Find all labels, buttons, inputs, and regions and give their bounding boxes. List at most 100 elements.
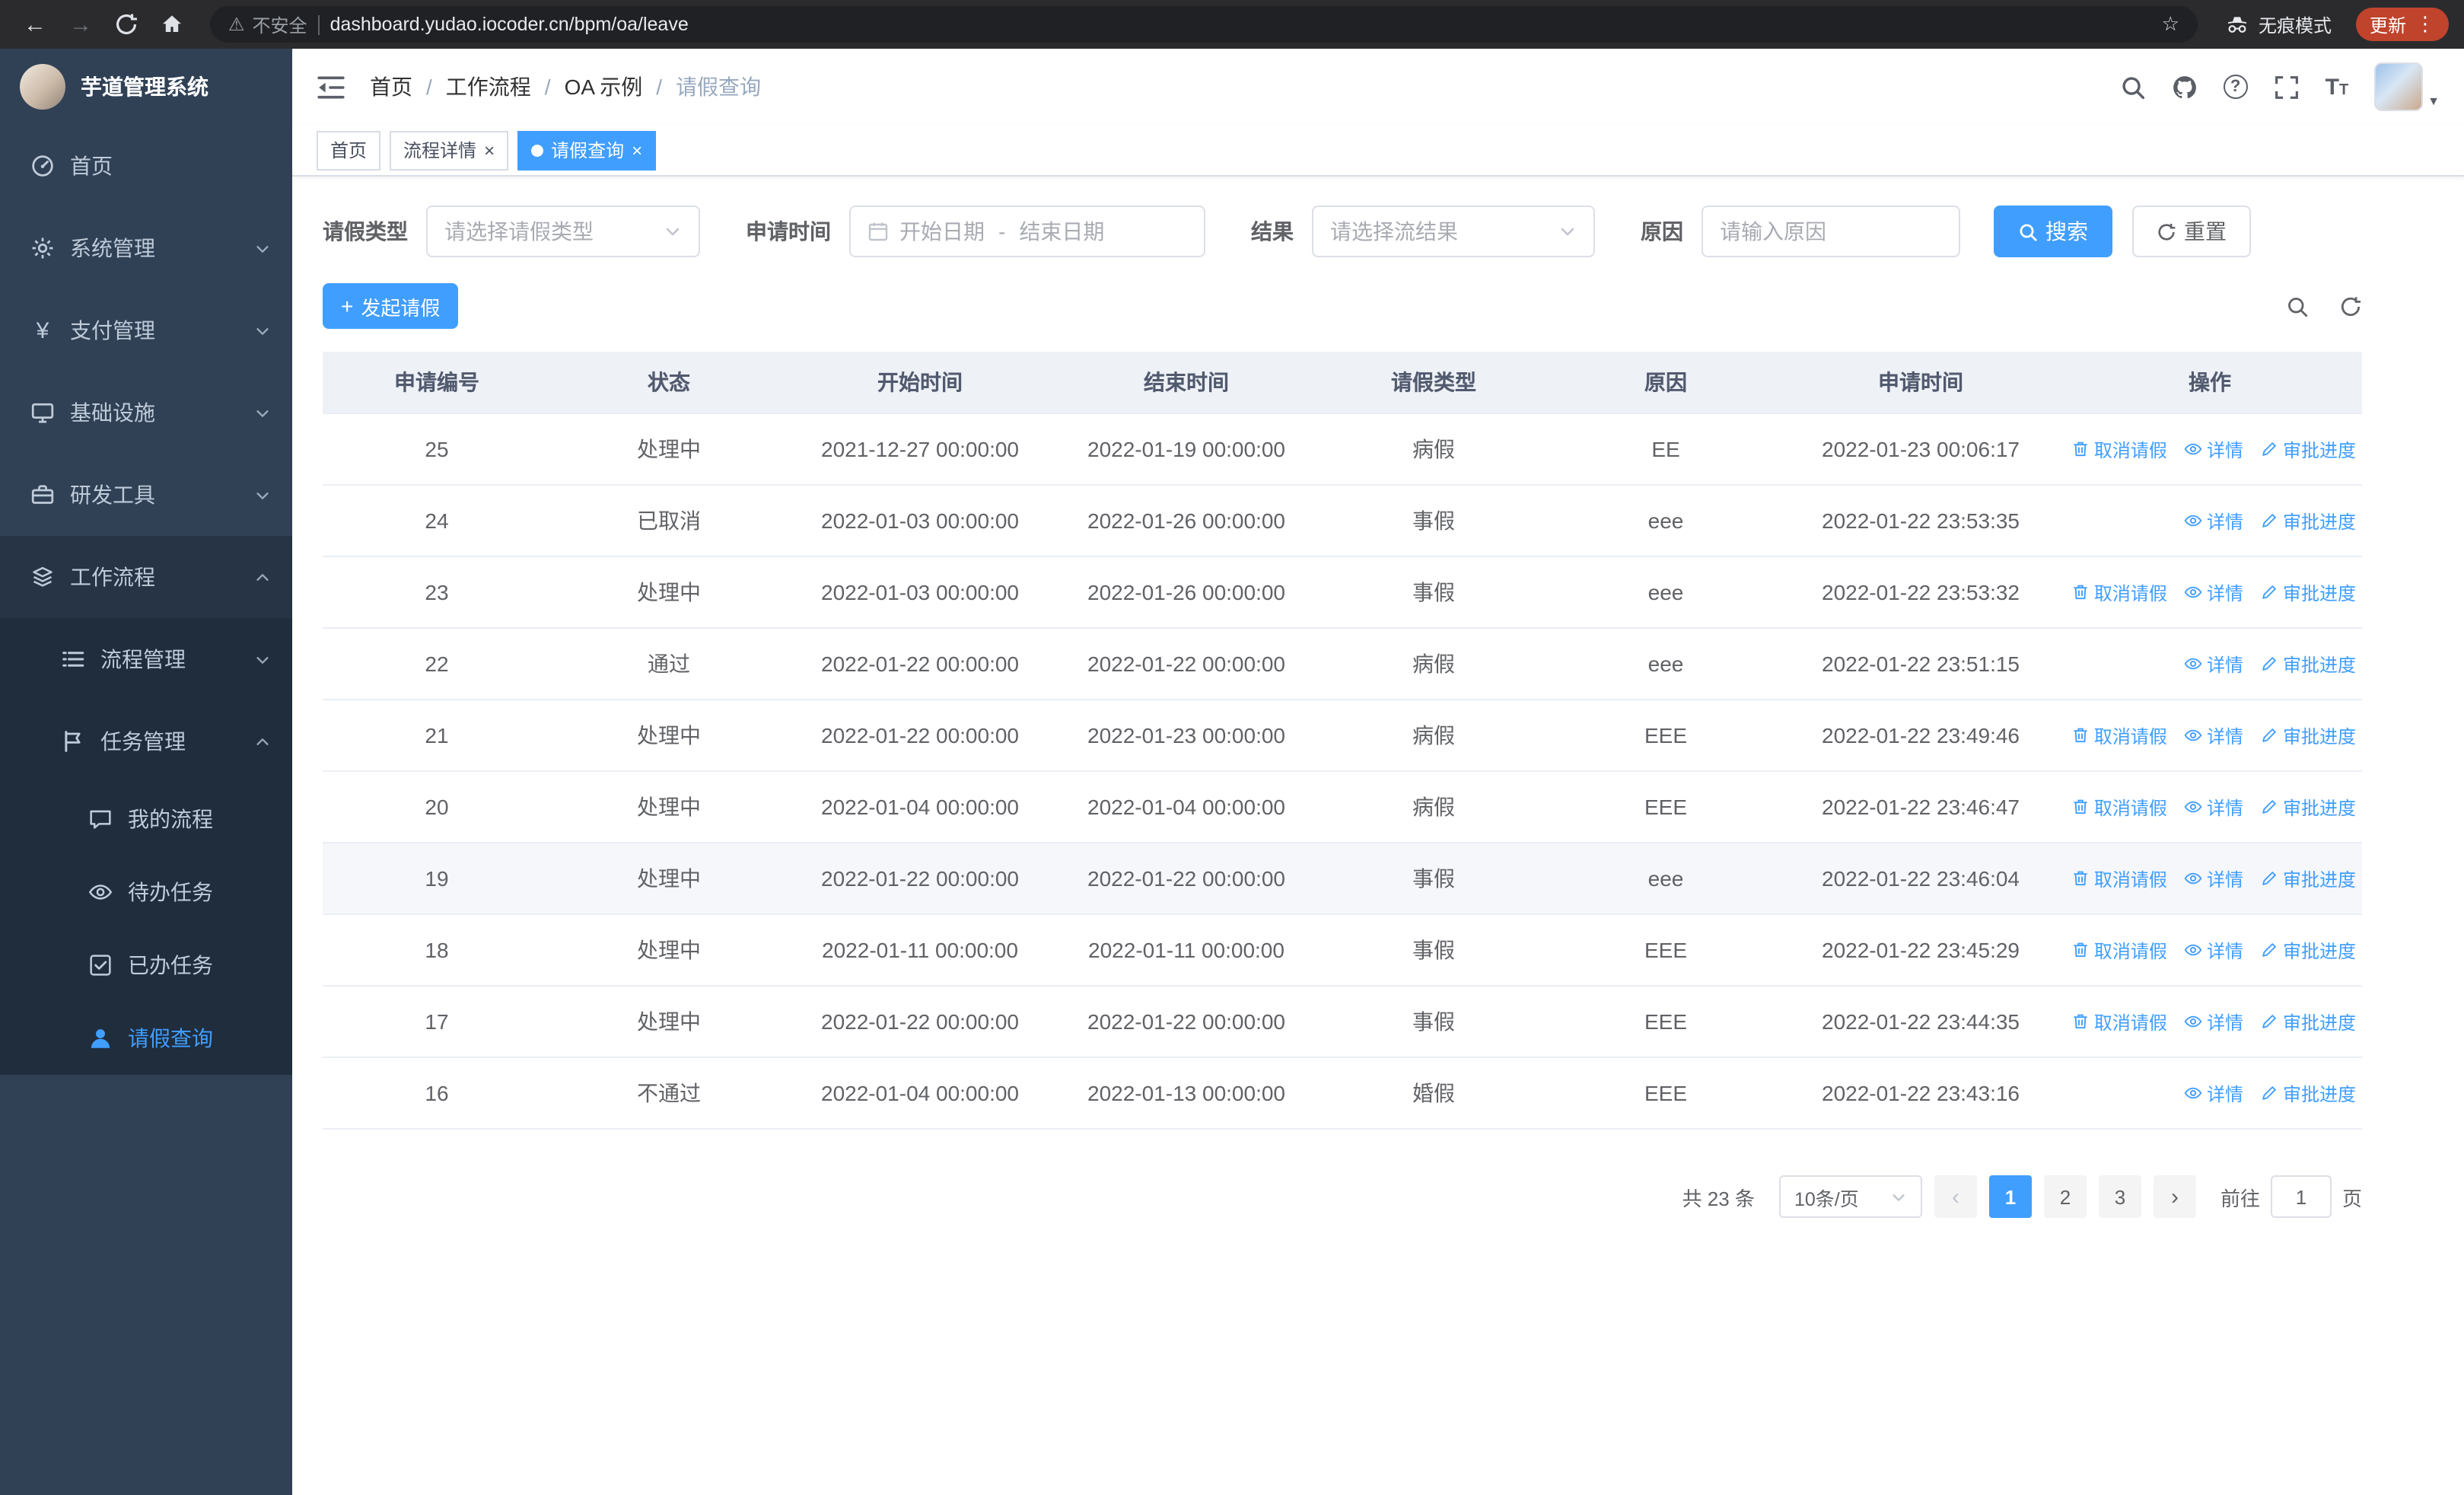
page-size-select[interactable]: 10条/页 [1778, 1175, 1922, 1218]
close-icon[interactable]: × [484, 141, 495, 159]
incognito-badge: 无痕模式 [2216, 11, 2341, 37]
cell-apply-time: 2022-01-22 23:46:04 [1822, 866, 2020, 891]
eye-icon [2184, 1012, 2202, 1031]
security-warning[interactable]: ⚠ 不安全 [228, 11, 307, 37]
cancel-leave-link[interactable]: 取消请假 [2071, 1009, 2167, 1034]
trash-icon [2071, 726, 2090, 744]
approval-progress-link[interactable]: 审批进度 [2260, 794, 2356, 820]
font-size-icon[interactable]: TT [2326, 75, 2349, 98]
search-toggle-icon[interactable] [2286, 295, 2309, 317]
cell-status: 处理中 [637, 866, 701, 891]
sidebar-collapse-button[interactable] [317, 74, 345, 100]
cell-reason: EEE [1644, 1081, 1687, 1105]
help-icon[interactable]: ? [2223, 75, 2248, 99]
bookmark-star-icon[interactable]: ☆ [2162, 12, 2179, 37]
detail-link[interactable]: 详情 [2184, 651, 2243, 677]
detail-link[interactable]: 详情 [2184, 865, 2243, 891]
date-range-picker[interactable]: 开始日期 - 结束日期 [849, 206, 1205, 257]
github-icon[interactable] [2172, 74, 2198, 100]
detail-link[interactable]: 详情 [2184, 1080, 2243, 1106]
result-select[interactable]: 请选择流结果 [1312, 206, 1595, 257]
chevron-down-icon [254, 486, 271, 503]
prev-page-button[interactable]: ‹ [1934, 1175, 1977, 1218]
approval-progress-link[interactable]: 审批进度 [2260, 865, 2356, 891]
sidebar-item-infrastructure[interactable]: 基础设施 [0, 371, 292, 454]
sidebar-item-process-management[interactable]: 流程管理 [0, 618, 292, 700]
sidebar-item-task-management[interactable]: 任务管理 [0, 700, 292, 783]
browser-forward-button[interactable]: → [61, 5, 100, 44]
reset-button[interactable]: 重置 [2132, 206, 2251, 257]
browser-back-button[interactable]: ← [15, 5, 55, 44]
sidebar-item-system-management[interactable]: 系统管理 [0, 207, 292, 289]
detail-link[interactable]: 详情 [2184, 937, 2243, 963]
refresh-table-icon[interactable] [2339, 295, 2362, 317]
sidebar-item-dev-tools[interactable]: 研发工具 [0, 454, 292, 536]
tab-process-detail[interactable]: 流程详情 × [390, 130, 509, 170]
approval-progress-link[interactable]: 审批进度 [2260, 1080, 2356, 1106]
browser-update-button[interactable]: 更新 ⋮ [2355, 8, 2449, 41]
detail-link[interactable]: 详情 [2184, 794, 2243, 820]
approval-progress-link[interactable]: 审批进度 [2260, 651, 2356, 677]
cancel-leave-link[interactable]: 取消请假 [2071, 794, 2167, 820]
approval-progress-link[interactable]: 审批进度 [2260, 508, 2356, 534]
breadcrumb-item[interactable]: OA 示例 [565, 72, 643, 102]
next-page-button[interactable]: › [2153, 1175, 2196, 1218]
user-menu[interactable]: ▼ [2374, 62, 2440, 111]
tab-leave-query[interactable]: 请假查询 × [517, 130, 657, 170]
pen-icon [2260, 1012, 2278, 1031]
approval-progress-link[interactable]: 审批进度 [2260, 436, 2356, 462]
page-button-1[interactable]: 1 [1988, 1175, 2032, 1218]
cancel-leave-link[interactable]: 取消请假 [2071, 436, 2167, 462]
table-row: 23 处理中 2022-01-03 00:00:00 2022-01-26 00… [323, 557, 2362, 629]
page-goto-input[interactable] [2270, 1175, 2332, 1218]
search-icon[interactable] [2120, 74, 2146, 100]
detail-link[interactable]: 详情 [2184, 508, 2243, 534]
sidebar-item-home[interactable]: 首页 [0, 125, 292, 207]
page-button-2[interactable]: 2 [2043, 1175, 2087, 1218]
cell-leave-type: 事假 [1412, 1009, 1455, 1034]
home-icon [160, 12, 184, 37]
approval-progress-link[interactable]: 审批进度 [2260, 937, 2356, 963]
breadcrumb-item[interactable]: 工作流程 [446, 72, 531, 102]
cancel-leave-link[interactable]: 取消请假 [2071, 722, 2167, 748]
detail-link[interactable]: 详情 [2184, 722, 2243, 748]
search-button[interactable]: 搜索 [1994, 206, 2112, 257]
browser-reload-button[interactable] [107, 5, 146, 44]
approval-progress-label: 审批进度 [2282, 439, 2356, 461]
detail-link[interactable]: 详情 [2184, 579, 2243, 605]
detail-link[interactable]: 详情 [2184, 1009, 2243, 1034]
reason-input[interactable] [1702, 206, 1960, 257]
cell-apply-time: 2022-01-22 23:44:35 [1822, 1009, 2020, 1034]
breadcrumb-item[interactable]: 首页 [370, 72, 412, 102]
cancel-leave-link[interactable]: 取消请假 [2071, 865, 2167, 891]
fullscreen-icon[interactable] [2274, 74, 2300, 100]
app-logo[interactable]: 芋道管理系统 [0, 49, 292, 125]
address-bar[interactable]: ⚠ 不安全 dashboard.yudao.iocoder.cn/bpm/oa/… [210, 6, 2198, 43]
create-leave-button[interactable]: + 发起请假 [323, 283, 459, 329]
close-icon[interactable]: × [632, 141, 642, 159]
cancel-leave-link[interactable]: 取消请假 [2071, 579, 2167, 605]
sidebar-item-label: 我的流程 [128, 807, 213, 831]
cancel-leave-link[interactable]: 取消请假 [2071, 937, 2167, 963]
sidebar-item-done-tasks[interactable]: 已办任务 [0, 929, 292, 1002]
approval-progress-link[interactable]: 审批进度 [2260, 722, 2356, 748]
browser-home-button[interactable] [152, 5, 192, 44]
tab-home[interactable]: 首页 [317, 130, 381, 170]
detail-link[interactable]: 详情 [2184, 436, 2243, 462]
approval-progress-link[interactable]: 审批进度 [2260, 579, 2356, 605]
cell-apply-id: 22 [425, 652, 449, 676]
cell-apply-id: 17 [425, 1009, 449, 1034]
eye-icon [2184, 655, 2202, 673]
cell-operations: 详情 审批进度 [2058, 629, 2362, 699]
cell-leave-type: 事假 [1412, 580, 1455, 604]
sidebar-item-leave-query[interactable]: 请假查询 [0, 1002, 292, 1075]
sidebar-item-workflow[interactable]: 工作流程 [0, 536, 292, 618]
page-button-3[interactable]: 3 [2098, 1175, 2141, 1218]
sidebar-item-payment-management[interactable]: ¥ 支付管理 [0, 289, 292, 371]
sidebar-item-todo-tasks[interactable]: 待办任务 [0, 856, 292, 929]
sidebar-item-my-processes[interactable]: 我的流程 [0, 783, 292, 856]
leave-type-select[interactable]: 请选择请假类型 [426, 206, 700, 257]
cell-end-time: 2022-01-19 00:00:00 [1087, 437, 1285, 461]
sidebar-item-label: 基础设施 [70, 400, 155, 425]
approval-progress-link[interactable]: 审批进度 [2260, 1009, 2356, 1034]
